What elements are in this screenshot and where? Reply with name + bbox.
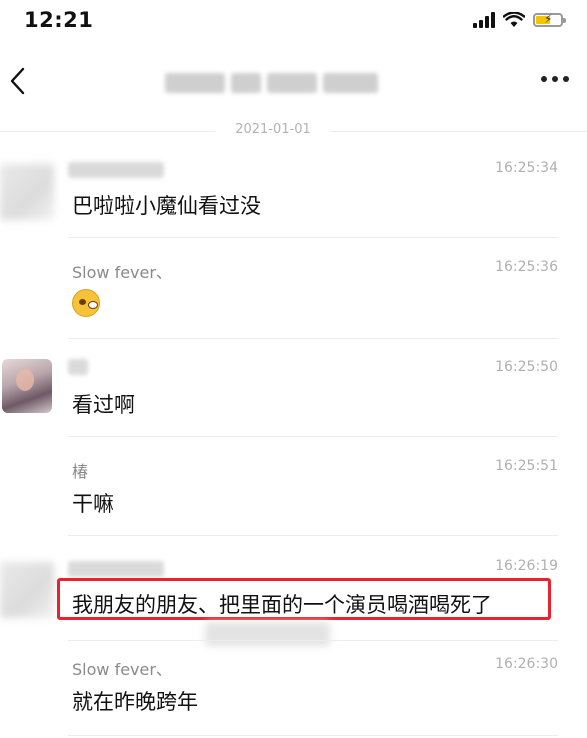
status-icons: ⚡	[473, 12, 566, 28]
message-time: 16:25:51	[495, 458, 558, 474]
message-6[interactable]: Slow fever、 16:26:30 就在昨晚跨年	[0, 640, 587, 738]
sender-name: 椿	[72, 462, 89, 481]
message-text: 巴啦啦小魔仙看过没	[72, 194, 261, 218]
date-separator-text: 2021-01-01	[235, 122, 311, 137]
message-time: 16:26:30	[495, 656, 558, 672]
nav-bar	[0, 50, 587, 112]
date-separator: 2021-01-01	[0, 122, 587, 140]
laughing-emoji-icon	[72, 289, 100, 317]
sender-name-redacted	[68, 162, 164, 178]
message-text: 就在昨晚跨年	[72, 690, 198, 714]
sender-name: Slow fever、	[72, 263, 172, 282]
message-text: 看过啊	[72, 393, 135, 417]
cellular-signal-icon	[473, 12, 495, 28]
status-time: 12:21	[24, 8, 94, 32]
sender-name: Slow fever、	[72, 660, 172, 679]
message-text: 干嘛	[72, 492, 114, 516]
message-time: 16:25:34	[495, 160, 558, 176]
message-4[interactable]: 椿 16:25:51 干嘛	[0, 438, 587, 536]
avatar[interactable]	[2, 359, 52, 413]
battery-icon: ⚡	[533, 12, 566, 27]
message-time: 16:25:36	[495, 259, 558, 275]
back-icon[interactable]	[6, 64, 36, 98]
sender-name-redacted	[68, 561, 164, 577]
avatar[interactable]	[0, 164, 54, 220]
sender-name-redacted	[68, 359, 88, 375]
avatar[interactable]	[0, 562, 54, 618]
message-1[interactable]: 16:25:34 巴啦啦小魔仙看过没	[0, 150, 587, 238]
wifi-icon	[503, 12, 525, 27]
chat-title-redacted	[165, 70, 390, 96]
message-time: 16:25:50	[495, 359, 558, 375]
more-options-icon[interactable]	[541, 76, 569, 82]
message-time: 16:26:19	[495, 558, 558, 574]
highlight-box	[57, 578, 551, 620]
message-2[interactable]: Slow fever、 16:25:36	[0, 239, 587, 339]
status-bar: 12:21 ⚡	[0, 0, 587, 44]
message-3[interactable]: 16:25:50 看过啊	[0, 339, 587, 437]
